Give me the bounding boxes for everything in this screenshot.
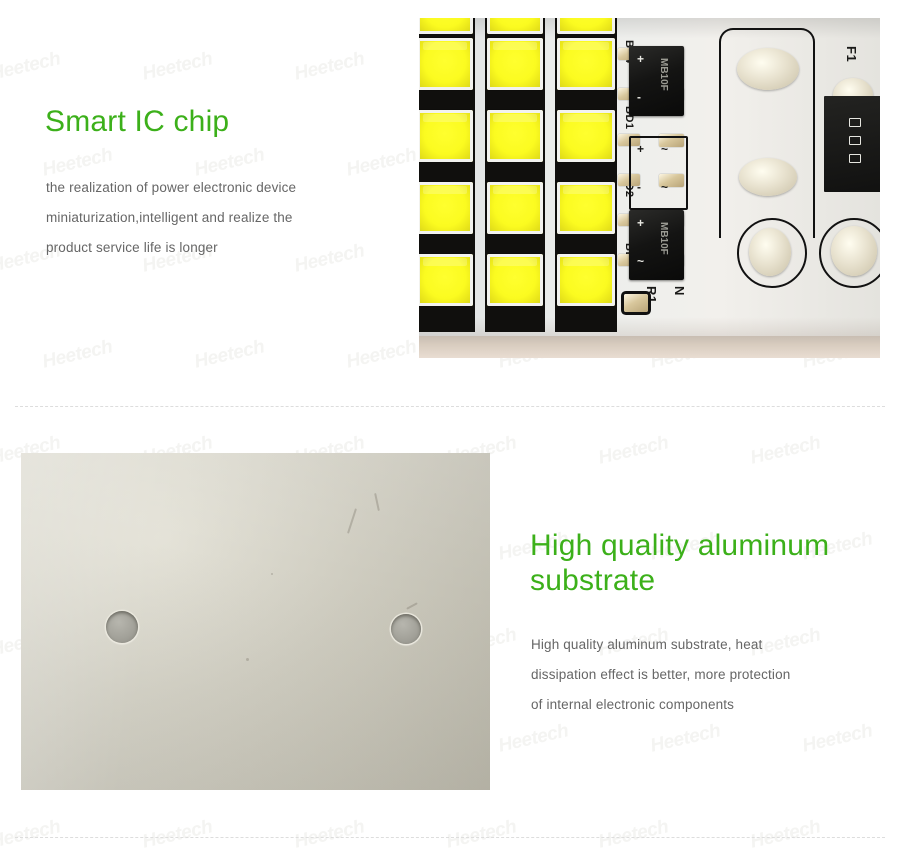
section-divider: [15, 837, 885, 838]
pcb-polarity-plus: +: [637, 142, 645, 156]
pcb-led-chip: [487, 38, 543, 90]
substrate-mounting-hole: [391, 614, 421, 644]
pcb-led-chip: [557, 182, 615, 234]
pcb-polarity-ac-2: ~: [661, 180, 669, 194]
aluminum-substrate-photo: [21, 453, 490, 790]
pcb-bridge-rectifier-ic: + - ~ ~: [629, 136, 688, 210]
substrate-mounting-hole: [106, 611, 138, 643]
pcb-led-chip: [487, 18, 543, 34]
product-detail-page: Smart IC chip the realization of power e…: [0, 0, 900, 852]
pcb-led-chip: [419, 18, 473, 34]
pcb-led-chip: [419, 254, 473, 306]
pcb-led-chip: [557, 38, 615, 90]
smart-ic-chip-text-block: Smart IC chip the realization of power e…: [45, 104, 395, 263]
pcb-solder-blob: [831, 226, 877, 276]
pcb-solder-pad: [624, 294, 648, 312]
smart-ic-chip-heading: Smart IC chip: [45, 105, 230, 138]
pcb-solder-blob: [749, 228, 791, 276]
pcb-led-chip: [487, 254, 543, 306]
section-smart-ic-chip: Smart IC chip the realization of power e…: [0, 0, 900, 406]
pcb-polarity-plus: +: [637, 52, 645, 66]
pcb-led-chip: [557, 18, 615, 34]
pcb-led-chip: [487, 110, 543, 162]
section-divider: [15, 406, 885, 407]
pcb-solder-blob: [739, 158, 797, 196]
pcb-led-chip: [419, 110, 473, 162]
pcb-led-chip: [557, 110, 615, 162]
pcb-led-chip: [487, 182, 543, 234]
pcb-bridge-rectifier-ic: MB10F + ~: [629, 210, 684, 280]
pcb-led-board-photo: BD4 BD1 BD2 BD3 F1 N R1 MB10F +: [419, 18, 880, 358]
pcb-polarity-minus: ~: [637, 254, 645, 268]
pcb-fuse-resistor: [824, 96, 880, 192]
aluminum-substrate-body: High quality aluminum substrate, heat di…: [531, 637, 791, 712]
pcb-polarity-minus: -: [637, 180, 641, 194]
pcb-silkscreen-label-n: N: [672, 286, 687, 296]
pcb-polarity-minus: -: [637, 90, 641, 104]
pcb-led-chip: [419, 182, 473, 234]
pcb-solder-blob: [737, 48, 799, 90]
pcb-polarity-ac-1: ~: [661, 142, 669, 156]
aluminum-substrate-heading: High quality aluminum substrate: [530, 529, 830, 597]
plate-surface-shading: [21, 453, 490, 790]
pcb-silkscreen-label-f1: F1: [844, 46, 859, 63]
pcb-polarity-plus: +: [637, 216, 645, 230]
pcb-led-chip: [557, 254, 615, 306]
aluminum-substrate-text-block: High quality aluminum substrate High qua…: [530, 528, 880, 720]
section-aluminum-substrate: High quality aluminum substrate High qua…: [0, 430, 900, 830]
pcb-board-edge: [419, 336, 880, 358]
plate-speck: [246, 658, 249, 661]
pcb-led-chip: [419, 38, 473, 90]
pcb-ic-label: MB10F: [658, 222, 669, 255]
plate-speck: [271, 573, 273, 575]
pcb-bridge-rectifier-ic: MB10F + -: [629, 46, 684, 116]
pcb-ic-label: MB10F: [658, 58, 669, 91]
smart-ic-chip-body: the realization of power electronic devi…: [46, 180, 297, 255]
